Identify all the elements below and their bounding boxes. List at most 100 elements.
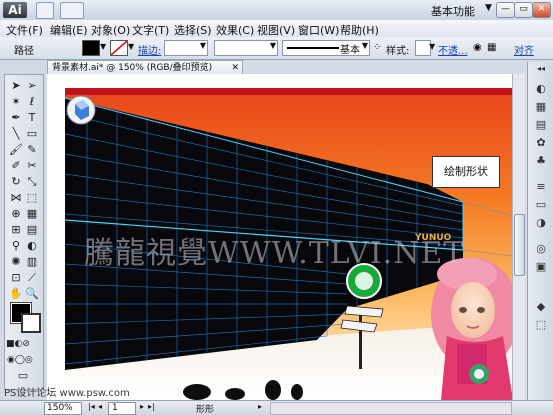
- status-menu-icon[interactable]: ▸: [258, 402, 262, 411]
- page-field[interactable]: 1: [108, 402, 136, 415]
- brushes-panel-icon[interactable]: ✿: [533, 136, 549, 150]
- perspective-grid-tool-icon[interactable]: ▦: [24, 207, 40, 221]
- menu-bar: 文件(F) 编辑(E) 对象(O) 文字(T) 选择(S) 效果(C) 视图(V…: [0, 20, 553, 38]
- symbols-panel-icon[interactable]: ♣: [533, 154, 549, 168]
- scrollbar-thumb[interactable]: [514, 214, 525, 276]
- move-icon[interactable]: ⁘: [373, 42, 381, 53]
- brush-definition-dropdown[interactable]: 基本 ▼: [282, 40, 370, 56]
- canvas[interactable]: YUNUO 绘制形状 騰龍視覺WWW.TLVI.NET: [47, 74, 521, 400]
- scale-tool-icon[interactable]: ⤡: [24, 175, 40, 189]
- swatches-panel-icon[interactable]: ▤: [533, 118, 549, 132]
- rectangle-tool-icon[interactable]: ▭: [24, 127, 40, 141]
- gradient-panel-icon[interactable]: ▭: [533, 198, 549, 212]
- arrange-documents-button[interactable]: [60, 2, 84, 19]
- document-tab[interactable]: 背景素材.ai* @ 150% (RGB/叠印预览) ✕: [47, 60, 243, 75]
- hand-tool-icon[interactable]: ✋: [8, 287, 24, 301]
- draw-mode-icon[interactable]: ◉◯◎: [7, 353, 33, 367]
- transparency-panel-icon[interactable]: ◑: [533, 216, 549, 230]
- menu-type[interactable]: 文字(T): [132, 22, 169, 38]
- color-mode-icon[interactable]: ■◐⊘: [6, 337, 30, 351]
- stroke-link[interactable]: 描边:: [138, 42, 161, 57]
- last-page-icon[interactable]: ▸|: [148, 402, 155, 411]
- pencil-tool-icon[interactable]: ✎: [24, 143, 40, 157]
- blend-tool-icon[interactable]: ◐: [24, 239, 40, 253]
- bridge-button[interactable]: [36, 2, 54, 19]
- close-button[interactable]: ✕: [532, 2, 551, 18]
- menu-window[interactable]: 窗口(W): [298, 22, 339, 38]
- paintbrush-tool-icon[interactable]: 🖌: [8, 143, 24, 157]
- zoom-tool-icon[interactable]: 🔍: [24, 287, 40, 301]
- menu-object[interactable]: 对象(O): [91, 22, 130, 38]
- symbol-sprayer-tool-icon[interactable]: ✺: [8, 255, 24, 269]
- selection-type-label: 路径: [14, 46, 34, 57]
- next-page-icon[interactable]: ▸: [140, 402, 144, 411]
- slice-tool-icon[interactable]: ⟋: [24, 271, 40, 285]
- artboards-panel-icon[interactable]: ⬚: [533, 318, 549, 332]
- close-icon[interactable]: ✕: [231, 61, 239, 75]
- menu-effect[interactable]: 效果(C): [216, 22, 254, 38]
- stroke-swatch[interactable]: [21, 313, 41, 333]
- chevron-down-icon[interactable]: ▼: [429, 42, 435, 51]
- isolate-icon[interactable]: ▦: [487, 42, 496, 53]
- menu-help[interactable]: 帮助(H): [340, 22, 379, 38]
- variable-width-dropdown[interactable]: ▼: [214, 40, 278, 56]
- layers-panel-icon[interactable]: ◆: [533, 300, 549, 314]
- document-title: 背景素材.ai* @ 150% (RGB/叠印预览): [52, 63, 213, 73]
- free-transform-tool-icon[interactable]: ⬚: [24, 191, 40, 205]
- column-graph-tool-icon[interactable]: ▥: [24, 255, 40, 269]
- direct-selection-tool-icon[interactable]: ➢: [24, 79, 40, 93]
- callout-label: 绘制形状: [432, 156, 500, 188]
- screen-mode-icon[interactable]: ▭: [15, 369, 31, 383]
- stroke-color-swatch[interactable]: [110, 40, 128, 56]
- rotate-tool-icon[interactable]: ↻: [8, 175, 24, 189]
- recolor-icon[interactable]: ◉: [473, 42, 482, 53]
- vertical-scrollbar[interactable]: [512, 74, 525, 400]
- title-bar: Ai 基本功能 ▼ — ▭ ✕: [0, 0, 553, 21]
- girl-illustration: [431, 258, 519, 400]
- control-bar: 路径 ▼ ▼ 描边: ▼ ▼ 基本 ▼ ⁘ 样式: ▼ 不透... ◉ ▦ 对齐: [0, 37, 553, 60]
- opacity-link[interactable]: 不透...: [438, 42, 468, 57]
- menu-view[interactable]: 视图(V): [257, 22, 295, 38]
- status-tool-label: 形形: [196, 405, 215, 415]
- workspace-switcher[interactable]: 基本功能: [431, 3, 475, 19]
- chevron-down-icon[interactable]: ▼: [128, 42, 134, 51]
- magic-wand-tool-icon[interactable]: ✶: [8, 95, 24, 109]
- color-guide-icon[interactable]: ▦: [533, 100, 549, 114]
- chevron-down-icon[interactable]: ▼: [100, 42, 106, 51]
- color-panel-icon[interactable]: ◐: [533, 82, 549, 96]
- appearance-panel-icon[interactable]: ◎: [533, 242, 549, 256]
- right-panel-dock: ◂◂ ◐ ▦ ▤ ✿ ♣ ≡ ▭ ◑ ◎ ▣ ◆ ⬚: [527, 62, 553, 400]
- eyedropper-tool-icon[interactable]: ⚲: [8, 239, 24, 253]
- pen-tool-icon[interactable]: ✒: [8, 111, 24, 125]
- zoom-field[interactable]: 150%: [44, 402, 82, 415]
- chevron-down-icon[interactable]: ▼: [485, 3, 492, 13]
- width-tool-icon[interactable]: ⋈: [8, 191, 24, 205]
- menu-edit[interactable]: 编辑(E): [50, 22, 88, 38]
- maximize-button[interactable]: ▭: [514, 2, 533, 18]
- tools-panel: ➤ ➢ ✶ ℓ ✒ T ╲ ▭ 🖌 ✎ ✐ ✂ ↻ ⤡ ⋈ ⬚ ⊕ ▦ ⊞ ▤ …: [4, 74, 44, 390]
- type-tool-icon[interactable]: T: [24, 111, 40, 125]
- fill-color-swatch[interactable]: [82, 40, 100, 56]
- previous-page-icon[interactable]: ◂: [98, 402, 102, 411]
- panel-collapse-icon[interactable]: ◂◂: [533, 62, 549, 76]
- selection-tool-icon[interactable]: ➤: [8, 79, 24, 93]
- stroke-panel-icon[interactable]: ≡: [533, 180, 549, 194]
- blob-brush-tool-icon[interactable]: ✐: [8, 159, 24, 173]
- graphic-styles-panel-icon[interactable]: ▣: [533, 260, 549, 274]
- style-label: 样式:: [386, 46, 410, 57]
- eraser-tool-icon[interactable]: ✂: [24, 159, 40, 173]
- page-value: 1: [112, 403, 118, 413]
- menu-file[interactable]: 文件(F): [6, 22, 43, 38]
- stroke-weight-field[interactable]: ▼: [164, 40, 208, 56]
- horizontal-scrollbar[interactable]: [270, 402, 512, 415]
- gradient-tool-icon[interactable]: ▤: [24, 223, 40, 237]
- align-link[interactable]: 对齐: [514, 42, 534, 57]
- line-tool-icon[interactable]: ╲: [8, 127, 24, 141]
- first-page-icon[interactable]: |◂: [88, 402, 95, 411]
- mesh-tool-icon[interactable]: ⊞: [8, 223, 24, 237]
- lasso-tool-icon[interactable]: ℓ: [24, 95, 40, 109]
- shape-builder-tool-icon[interactable]: ⊕: [8, 207, 24, 221]
- minimize-button[interactable]: —: [496, 2, 515, 18]
- menu-select[interactable]: 选择(S): [174, 22, 212, 38]
- artboard-tool-icon[interactable]: ⊡: [8, 271, 24, 285]
